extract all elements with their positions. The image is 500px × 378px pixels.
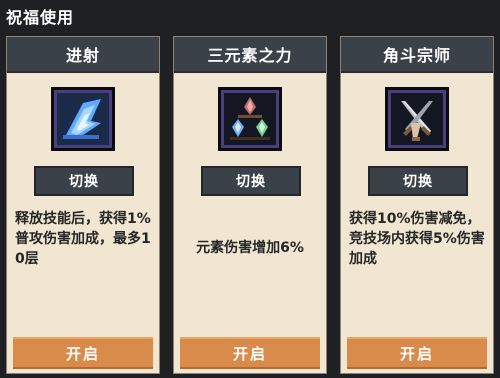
blessing-description: 释放技能后，获得1%普攻伤害加成，最多10层 bbox=[15, 211, 151, 267]
blessing-name: 角斗宗师 bbox=[341, 37, 493, 73]
crossed-swords-icon bbox=[385, 87, 449, 151]
switch-button[interactable]: 切换 bbox=[201, 166, 301, 196]
blessing-card-3: 角斗宗师 切换 获得10%伤害减免，竞技场内获得5%伤害加成 开启 bbox=[340, 36, 494, 374]
page-title: 祝福使用 bbox=[6, 8, 75, 27]
blessing-card-2: 三元素之力 切换 元素伤害增加6% 开启 bbox=[173, 36, 327, 374]
open-button[interactable]: 开启 bbox=[347, 337, 487, 369]
blessing-card-1: 进射 切换 释放技能后，获得1%普攻伤害加成，最多10层 开启 bbox=[6, 36, 160, 374]
open-button[interactable]: 开启 bbox=[180, 337, 320, 369]
blessing-name: 三元素之力 bbox=[174, 37, 326, 73]
blue-wing-icon bbox=[51, 87, 115, 151]
switch-button[interactable]: 切换 bbox=[368, 166, 468, 196]
blessing-description: 元素伤害增加6% bbox=[196, 240, 304, 256]
blessing-name: 进射 bbox=[7, 37, 159, 73]
elemental-gems-icon bbox=[218, 87, 282, 151]
blessing-description: 获得10%伤害减免，竞技场内获得5%伤害加成 bbox=[349, 211, 485, 267]
blessing-cards: 进射 切换 释放技能后，获得1%普攻伤害加成，最多10层 开启 三元素之力 切换… bbox=[6, 36, 496, 376]
open-button[interactable]: 开启 bbox=[13, 337, 153, 369]
switch-button[interactable]: 切换 bbox=[34, 166, 134, 196]
